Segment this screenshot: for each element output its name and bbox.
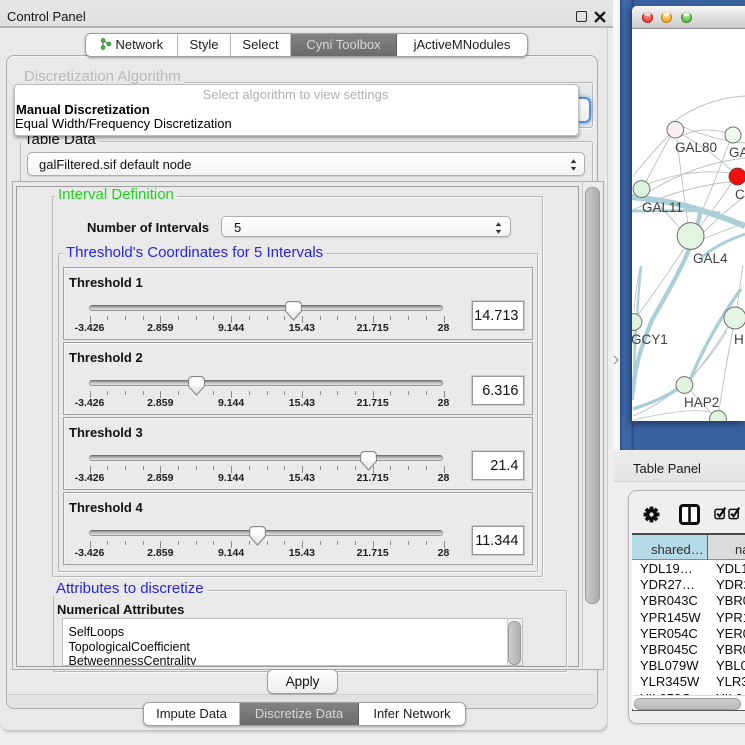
svg-text:GAL80: GAL80	[675, 140, 717, 155]
svg-text:H: H	[734, 332, 744, 347]
svg-text:GAL4: GAL4	[693, 251, 728, 266]
svg-text:C: C	[735, 187, 745, 202]
svg-text:GAL11: GAL11	[642, 200, 683, 215]
svg-text:GCY1: GCY1	[632, 332, 668, 347]
svg-text:HAP2: HAP2	[684, 395, 719, 410]
svg-text:GA: GA	[729, 145, 745, 160]
